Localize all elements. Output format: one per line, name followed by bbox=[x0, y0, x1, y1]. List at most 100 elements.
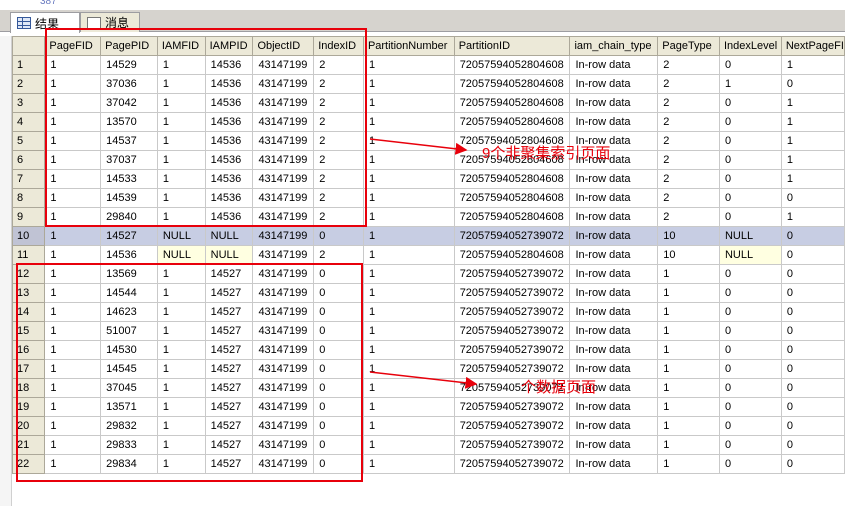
table-cell[interactable]: 14539 bbox=[100, 188, 158, 208]
table-cell[interactable]: 0 bbox=[780, 359, 845, 379]
column-header[interactable]: PartitionID bbox=[453, 36, 571, 56]
table-cell[interactable]: 1 bbox=[156, 264, 206, 284]
results-grid[interactable]: PageFID PagePID IAMFID IAMPID ObjectID IndexI… bbox=[12, 36, 845, 506]
table-cell[interactable]: 43147199 bbox=[252, 454, 315, 474]
table-cell[interactable]: 14536 bbox=[204, 169, 254, 189]
table-cell[interactable]: 1 bbox=[44, 321, 102, 341]
table-cell[interactable]: 2 bbox=[657, 207, 720, 227]
table-cell[interactable]: 1 bbox=[362, 55, 455, 75]
table-cell[interactable]: 1 bbox=[156, 150, 206, 170]
row-number[interactable]: 21 bbox=[12, 435, 46, 455]
table-row[interactable]: 20 1 29832 1 14527 43147199 0 1 7205759405273907… bbox=[12, 416, 845, 436]
table-cell[interactable]: 43147199 bbox=[252, 435, 315, 455]
table-cell[interactable]: 1 bbox=[44, 74, 102, 94]
table-cell[interactable]: 51007 bbox=[100, 321, 158, 341]
table-row[interactable]: 18 1 37045 1 14527 43147199 0 1 7205759405273907… bbox=[12, 378, 845, 398]
table-cell[interactable]: In-row data bbox=[569, 55, 659, 75]
table-row[interactable]: 8 1 14539 1 14536 43147199 2 1 72057594052804608… bbox=[12, 188, 845, 208]
table-cell[interactable]: 1 bbox=[44, 150, 102, 170]
table-cell[interactable]: 0 bbox=[718, 397, 782, 417]
table-cell[interactable]: 1 bbox=[156, 378, 206, 398]
table-cell[interactable]: In-row data bbox=[569, 112, 659, 132]
table-cell[interactable]: 72057594052804608 bbox=[453, 188, 571, 208]
table-cell[interactable]: 2 bbox=[313, 131, 364, 151]
table-cell[interactable]: 1 bbox=[156, 397, 206, 417]
table-cell[interactable]: 2 bbox=[657, 55, 720, 75]
table-cell[interactable]: 0 bbox=[313, 454, 364, 474]
table-cell[interactable]: 2 bbox=[313, 150, 364, 170]
table-row[interactable]: 2 1 37036 1 14536 43147199 2 1 72057594052804608… bbox=[12, 74, 845, 94]
row-number[interactable]: 19 bbox=[12, 397, 46, 417]
table-cell[interactable]: 43147199 bbox=[252, 93, 315, 113]
table-cell[interactable]: 1 bbox=[362, 169, 455, 189]
table-cell[interactable]: 1 bbox=[44, 397, 102, 417]
table-cell[interactable]: 37045 bbox=[100, 378, 158, 398]
row-number[interactable]: 2 bbox=[12, 74, 46, 94]
table-cell[interactable]: 29832 bbox=[100, 416, 158, 436]
table-cell[interactable]: 72057594052739072 bbox=[453, 397, 571, 417]
table-cell[interactable]: 1 bbox=[44, 207, 102, 227]
table-cell[interactable]: 13571 bbox=[100, 397, 158, 417]
table-cell[interactable]: 0 bbox=[780, 226, 845, 246]
table-cell[interactable]: 43147199 bbox=[252, 359, 315, 379]
table-cell[interactable]: 0 bbox=[313, 321, 364, 341]
table-cell[interactable]: 1 bbox=[362, 283, 455, 303]
table-cell[interactable]: 1 bbox=[780, 150, 845, 170]
table-cell[interactable]: 1 bbox=[44, 435, 102, 455]
table-cell[interactable]: 37042 bbox=[100, 93, 158, 113]
table-cell[interactable]: 1 bbox=[156, 74, 206, 94]
table-cell[interactable]: 14527 bbox=[204, 302, 254, 322]
table-cell[interactable]: 72057594052804608 bbox=[453, 169, 571, 189]
table-cell[interactable]: 43147199 bbox=[252, 397, 315, 417]
table-cell[interactable]: In-row data bbox=[569, 74, 659, 94]
table-cell[interactable]: 1 bbox=[44, 378, 102, 398]
table-cell[interactable]: 14527 bbox=[204, 416, 254, 436]
table-cell[interactable]: 1 bbox=[156, 321, 206, 341]
table-cell[interactable]: 0 bbox=[313, 435, 364, 455]
table-cell[interactable]: 1 bbox=[44, 340, 102, 360]
column-header[interactable]: IndexLevel bbox=[718, 36, 782, 56]
table-cell[interactable]: 1 bbox=[156, 359, 206, 379]
table-cell[interactable]: 1 bbox=[362, 131, 455, 151]
table-cell[interactable]: 72057594052739072 bbox=[453, 283, 571, 303]
table-cell[interactable]: 1 bbox=[156, 131, 206, 151]
table-row[interactable]: 21 1 29833 1 14527 43147199 0 1 7205759405273907… bbox=[12, 435, 845, 455]
table-cell[interactable]: 14527 bbox=[204, 283, 254, 303]
table-cell[interactable]: 72057594052739072 bbox=[453, 416, 571, 436]
table-cell[interactable]: 0 bbox=[718, 283, 782, 303]
table-cell[interactable]: 43147199 bbox=[252, 340, 315, 360]
table-cell[interactable]: 72057594052804608 bbox=[453, 112, 571, 132]
table-cell[interactable]: 1 bbox=[657, 397, 720, 417]
table-cell[interactable]: 1 bbox=[44, 264, 102, 284]
table-cell[interactable]: 0 bbox=[780, 340, 845, 360]
table-cell[interactable]: 37037 bbox=[100, 150, 158, 170]
column-header[interactable]: PartitionNumber bbox=[362, 36, 455, 56]
table-cell[interactable]: 1 bbox=[156, 454, 206, 474]
table-cell[interactable]: 43147199 bbox=[252, 74, 315, 94]
row-number[interactable]: 5 bbox=[12, 131, 46, 151]
table-cell[interactable]: 1 bbox=[156, 188, 206, 208]
table-cell[interactable]: 0 bbox=[718, 435, 782, 455]
row-number[interactable]: 22 bbox=[12, 454, 46, 474]
row-number[interactable]: 13 bbox=[12, 283, 46, 303]
table-cell[interactable]: 14536 bbox=[204, 93, 254, 113]
table-cell[interactable]: In-row data bbox=[569, 454, 659, 474]
table-cell[interactable]: 1 bbox=[362, 378, 455, 398]
table-cell[interactable]: 0 bbox=[718, 321, 782, 341]
table-cell[interactable]: 14545 bbox=[100, 359, 158, 379]
table-cell[interactable]: 1 bbox=[362, 359, 455, 379]
table-cell[interactable]: 0 bbox=[718, 340, 782, 360]
row-number[interactable]: 1 bbox=[12, 55, 46, 75]
table-row[interactable]: 22 1 29834 1 14527 43147199 0 1 7205759405273907… bbox=[12, 454, 845, 474]
table-cell[interactable]: 29840 bbox=[100, 207, 158, 227]
table-row[interactable]: 9 1 29840 1 14536 43147199 2 1 72057594052804608… bbox=[12, 207, 845, 227]
table-cell[interactable]: 14536 bbox=[204, 55, 254, 75]
table-cell[interactable]: 1 bbox=[156, 416, 206, 436]
table-cell[interactable]: In-row data bbox=[569, 435, 659, 455]
table-cell[interactable]: In-row data bbox=[569, 169, 659, 189]
table-cell[interactable]: 29833 bbox=[100, 435, 158, 455]
table-cell[interactable]: 1 bbox=[362, 207, 455, 227]
table-cell[interactable]: 14527 bbox=[100, 226, 158, 246]
table-cell[interactable]: 1 bbox=[156, 112, 206, 132]
table-cell[interactable]: 1 bbox=[780, 131, 845, 151]
